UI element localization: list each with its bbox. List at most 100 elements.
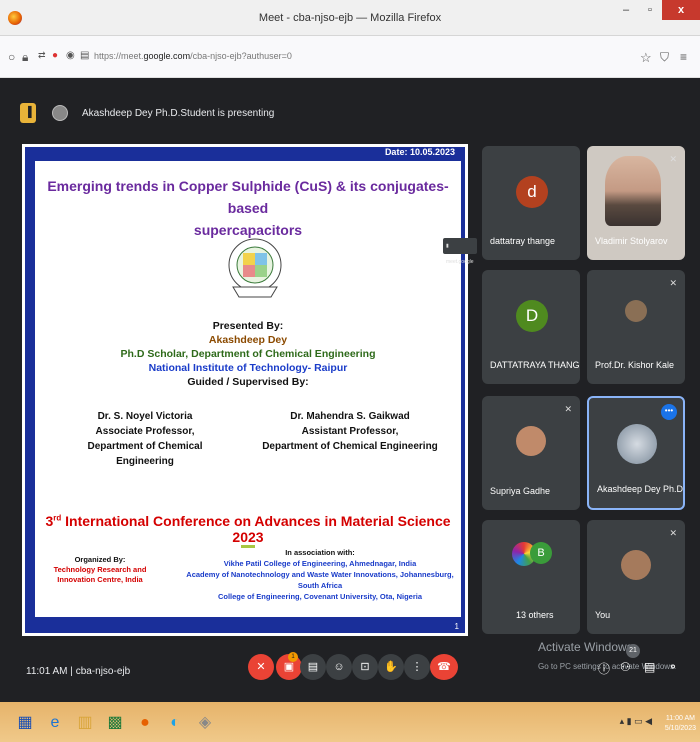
minimize-button[interactable]: – xyxy=(614,0,638,20)
participant-tile[interactable]: ✕ Prof.Dr. Kishor Kale xyxy=(587,270,685,384)
presenting-bar: ▐ Akashdeep Dey Ph.D.Student is presenti… xyxy=(20,102,274,124)
reload-icon[interactable]: ○ xyxy=(8,50,15,64)
firefox-taskbar-icon[interactable]: ● xyxy=(134,712,156,734)
organizer-name: Technology Research and Innovation Centr… xyxy=(53,565,147,584)
shared-slide: Date: 10.05.2023 Emerging trends in Copp… xyxy=(22,144,468,636)
association-2: Academy of Nanotechnology and Waste Wate… xyxy=(186,570,454,590)
slide-content: Emerging trends in Copper Sulphide (CuS)… xyxy=(35,161,461,617)
more-options-button[interactable]: ⋮ xyxy=(404,654,430,680)
participant-photo xyxy=(625,300,647,322)
microphone-icon[interactable]: ● xyxy=(52,50,58,61)
close-button[interactable]: x xyxy=(662,0,700,20)
clock-date: 5/10/2023 xyxy=(664,725,696,732)
participant-name: DATTATRAYA THANGE xyxy=(490,360,580,370)
menu-icon[interactable]: ≡ xyxy=(680,50,687,64)
guide2-dept: Department of Chemical Engineering xyxy=(262,441,438,452)
presented-by-label: Presented By: xyxy=(212,320,284,332)
organized-by-label: Organized By: xyxy=(74,555,126,564)
present-badge-icon[interactable]: ▐ xyxy=(20,103,36,123)
guide2-block: Dr. Mahendra S. Gaikwad Assistant Profes… xyxy=(255,409,445,454)
conference-title: 3rd International Conference on Advances… xyxy=(45,513,451,545)
permissions-icon[interactable]: ⇄ xyxy=(38,50,46,61)
mic-off-icon: ✕ xyxy=(669,154,677,164)
system-clock[interactable]: 11:00 AM 5/10/2023 xyxy=(665,714,696,734)
guide1-role: Associate Professor, xyxy=(95,426,195,437)
institute-seal-icon xyxy=(228,238,282,298)
participant-tile[interactable]: ✕ Supriya Gadhe xyxy=(482,396,580,510)
extensions-icon[interactable]: ⛉ xyxy=(660,50,669,65)
participant-tile[interactable]: d dattatray thange xyxy=(482,146,580,260)
activities-icon[interactable]: ⚬ xyxy=(668,660,678,674)
window-controls: – ▫ x xyxy=(614,0,700,20)
association-3: College of Engineering, Covenant Univers… xyxy=(217,592,423,601)
end-call-button[interactable]: ☎ xyxy=(430,654,458,680)
lock-icon[interactable]: 🔒︎ xyxy=(22,50,28,65)
guide2-role: Assistant Professor, xyxy=(301,426,399,437)
raise-hand-button[interactable]: ✋ xyxy=(378,654,404,680)
meet-popup[interactable]: ▮ meet.google xyxy=(443,238,477,265)
mic-off-icon: ✕ xyxy=(669,528,677,538)
emoji-button[interactable]: ☺ xyxy=(326,654,352,680)
participant-name: Akashdeep Dey Ph.D.S... xyxy=(597,484,684,494)
slide-date: Date: 10.05.2023 xyxy=(384,147,455,157)
edge-icon[interactable]: ◐ xyxy=(164,712,186,734)
more-options-icon[interactable]: ••• xyxy=(661,404,677,420)
participant-name: 13 others xyxy=(516,610,554,620)
participant-photo xyxy=(516,426,546,456)
participant-tile[interactable]: ✕ Vladimir Stolyarov xyxy=(587,146,685,260)
participant-name: dattatray thange xyxy=(490,236,556,246)
people-count-badge: 21 xyxy=(626,644,640,658)
window-titlebar: Meet - cba-njso-ejb — Mozilla Firefox – … xyxy=(0,0,700,36)
association-1: Vikhe Patil College of Engineering, Ahme… xyxy=(223,559,417,568)
bookmark-star-icon[interactable]: ☆ xyxy=(640,50,652,66)
presenter-scholar: Ph.D Scholar, Department of Chemical Eng… xyxy=(120,348,376,360)
avatar: D xyxy=(516,300,548,332)
maximize-button[interactable]: ▫ xyxy=(638,0,662,20)
activate-windows-title: Activate Windows xyxy=(538,640,633,654)
info-icon[interactable]: ⓘ xyxy=(598,660,610,677)
participant-name: Supriya Gadhe xyxy=(490,486,551,496)
windows-start-icon[interactable]: ▦ xyxy=(14,712,36,734)
separator: | xyxy=(70,666,73,677)
slide-page-number: 1 xyxy=(454,622,459,631)
participant-photo xyxy=(605,156,661,226)
mic-off-icon: ✕ xyxy=(669,278,677,288)
participant-tile[interactable]: B 13 others xyxy=(482,520,580,634)
participant-photo xyxy=(617,424,657,464)
guided-by-label: Guided / Supervised By: xyxy=(187,376,309,388)
guide1-block: Dr. S. Noyel Victoria Associate Professo… xyxy=(65,409,225,469)
meeting-code: cba-njso-ejb xyxy=(75,666,131,677)
association-label: In association with: xyxy=(285,548,355,557)
reader-icon[interactable]: ▤ xyxy=(80,50,89,61)
mic-toggle-button[interactable]: ✕ xyxy=(248,654,274,680)
association-block: In association with: Vikhe Patil College… xyxy=(175,547,465,602)
chat-icon[interactable]: ▤ xyxy=(644,660,655,674)
participant-tile[interactable]: D DATTATRAYA THANGE xyxy=(482,270,580,384)
people-icon[interactable]: ⚇ xyxy=(620,660,631,674)
meet-stage: ▐ Akashdeep Dey Ph.D.Student is presenti… xyxy=(0,78,700,702)
app-icon[interactable]: ◈ xyxy=(194,712,216,734)
slide-title: Emerging trends in Copper Sulphide (CuS)… xyxy=(35,175,461,241)
camera-icon[interactable]: ◉ xyxy=(66,50,75,61)
address-bar: ○ 🔒︎ ⇄ ● ◉ ▤ https://meet.google.com/cba… xyxy=(0,36,700,78)
meeting-info: 11:01 AM | cba-njso-ejb xyxy=(26,666,130,677)
mic-off-icon: ✕ xyxy=(564,404,572,414)
avatar: B xyxy=(530,542,552,564)
guide2-name: Dr. Mahendra S. Gaikwad xyxy=(290,411,410,422)
participant-tile[interactable]: ••• Akashdeep Dey Ph.D.S... xyxy=(587,396,685,510)
ie-icon[interactable]: e xyxy=(44,712,66,734)
clock-time: 11:00 AM xyxy=(665,715,695,722)
excel-icon[interactable]: ▩ xyxy=(104,712,126,734)
system-tray[interactable]: ▴ ▮ ▭ ◀︎ xyxy=(620,716,652,727)
slide-title-line1: Emerging trends in Copper Sulphide (CuS)… xyxy=(47,178,449,216)
notification-badge: 1 xyxy=(288,652,298,662)
participant-tile[interactable]: ✕ You xyxy=(587,520,685,634)
present-button[interactable]: ⊡ xyxy=(352,654,378,680)
guide1-dept: Department of Chemical Engineering xyxy=(87,441,203,467)
captions-button[interactable]: ▤ xyxy=(300,654,326,680)
url-field[interactable]: https://meet.google.com/cba-njso-ejb?aut… xyxy=(94,51,292,61)
window-title: Meet - cba-njso-ejb — Mozilla Firefox xyxy=(258,12,442,24)
participant-name: Prof.Dr. Kishor Kale xyxy=(595,360,675,370)
presenter-institute: National Institute of Technology- Raipur xyxy=(148,362,348,374)
file-explorer-icon[interactable]: ▥ xyxy=(74,712,96,734)
